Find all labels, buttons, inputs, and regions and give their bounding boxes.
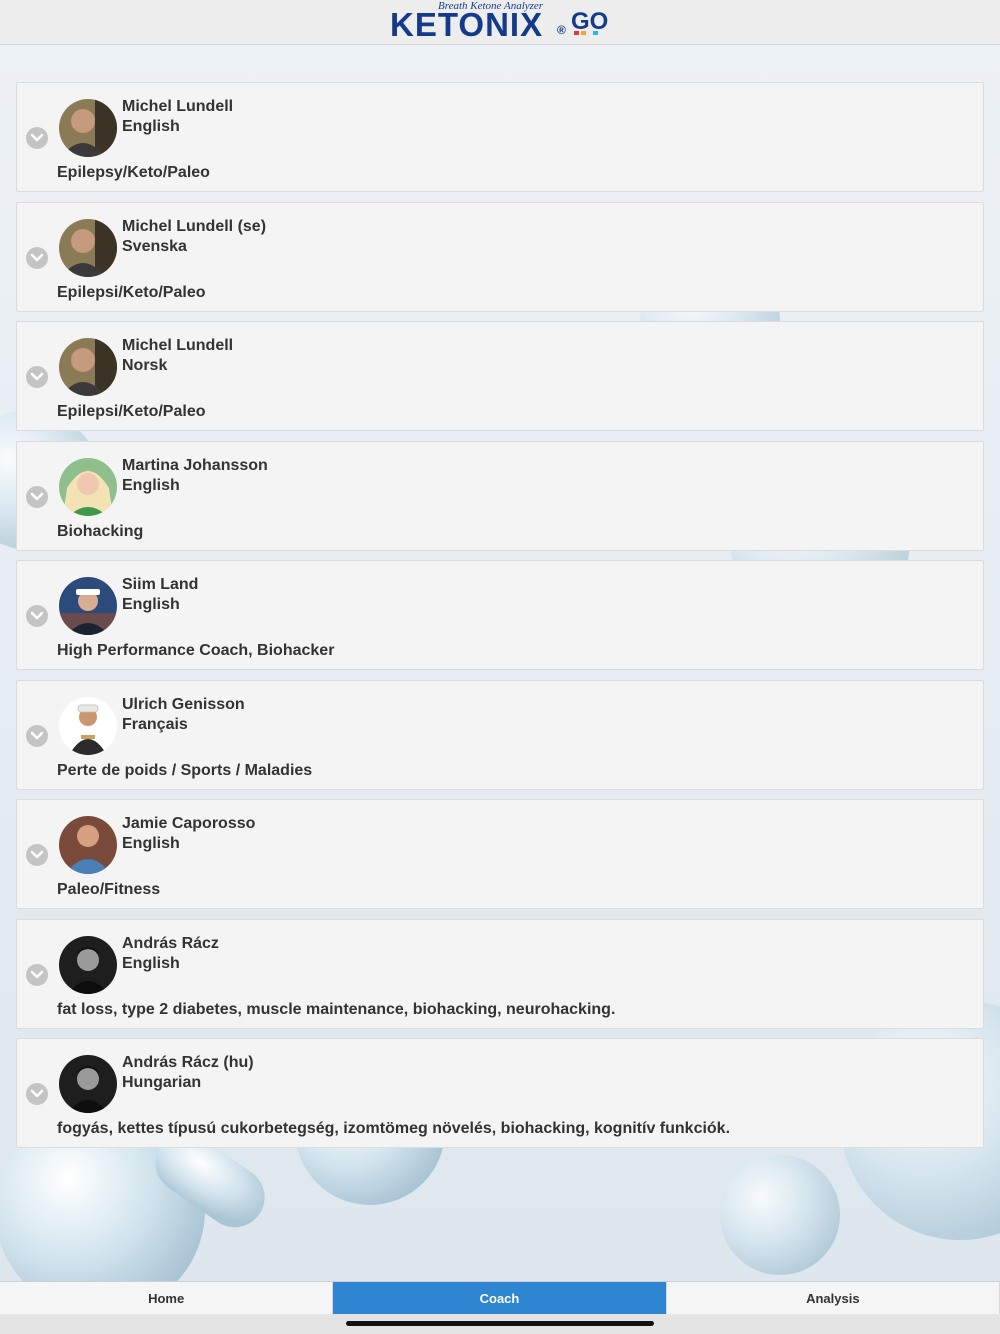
logo-wordmark: KETONIX: [390, 6, 544, 43]
coach-name: Ulrich Genisson: [122, 695, 245, 713]
logo-registered-mark: ®: [557, 23, 566, 37]
coach-card[interactable]: Michel Lundell English Epilepsy/Keto/Pal…: [16, 82, 984, 192]
app-header: Breath Ketone Analyzer KETONIX ® GO: [0, 0, 1000, 45]
coach-avatar: [59, 1055, 117, 1113]
coach-name: Martina Johansson: [122, 456, 268, 474]
coach-card[interactable]: Siim Land English High Performance Coach…: [16, 560, 984, 670]
coach-card[interactable]: Martina Johansson English Biohacking: [16, 440, 984, 551]
coach-language: English: [122, 596, 180, 613]
coach-language: Norsk: [122, 357, 168, 374]
coach-name: András Rácz (hu): [122, 1054, 254, 1071]
coach-language: Français: [122, 715, 188, 733]
coach-name: Michel Lundell (se): [122, 217, 267, 235]
coach-card[interactable]: Michel Lundell (se) Svenska Epilepsi/Ket…: [16, 201, 984, 312]
coach-specialty: High Performance Coach, Biohacker: [57, 642, 335, 659]
coach-avatar: [59, 935, 117, 994]
coach-avatar: [59, 577, 117, 635]
coach-language: English: [122, 476, 180, 494]
coach-card[interactable]: Ulrich Genisson Français Perte de poids …: [16, 679, 984, 790]
coach-specialty: fat loss, type 2 diabetes, muscle mainte…: [57, 1000, 616, 1018]
coach-specialty: Biohacking: [57, 522, 144, 540]
coach-language: English: [122, 118, 180, 135]
coach-specialty: Epilepsy/Keto/Paleo: [57, 164, 210, 181]
chevron-down-icon[interactable]: [26, 366, 48, 388]
bottom-tab-bar: Home Coach Analysis: [0, 1281, 1000, 1315]
coach-card[interactable]: András Rácz (hu) Hungarian fogyás, kette…: [16, 1038, 984, 1148]
ketonix-go-logo: Breath Ketone Analyzer KETONIX ® GO: [390, 0, 610, 44]
chevron-down-icon[interactable]: [26, 246, 48, 269]
chevron-down-icon[interactable]: [26, 1083, 48, 1105]
tab-home[interactable]: Home: [0, 1282, 334, 1315]
coach-card[interactable]: András Rácz English fat loss, type 2 dia…: [16, 918, 984, 1029]
chevron-down-icon[interactable]: [26, 963, 48, 986]
coach-specialty: Epilepsi/Keto/Paleo: [57, 403, 206, 420]
chevron-down-icon[interactable]: [26, 724, 48, 747]
chevron-down-icon[interactable]: [26, 844, 48, 866]
coach-name: Siim Land: [122, 576, 199, 593]
coach-language: English: [122, 954, 180, 972]
coach-avatar: [59, 218, 117, 277]
coach-language: Svenska: [122, 237, 187, 255]
coach-specialty: fogyás, kettes típusú cukorbetegség, izo…: [57, 1120, 731, 1137]
home-indicator[interactable]: [346, 1321, 654, 1326]
coach-name: Michel Lundell: [122, 337, 234, 354]
logo-square-orange: [581, 31, 586, 35]
coach-card[interactable]: Jamie Caporosso English Paleo/Fitness: [16, 799, 984, 909]
logo-square-red: [574, 31, 579, 35]
coach-avatar: [59, 696, 117, 755]
coach-avatar: [59, 338, 117, 396]
coach-name: Michel Lundell: [122, 98, 234, 115]
tab-analysis[interactable]: Analysis: [667, 1282, 1000, 1315]
coach-avatar: [59, 99, 117, 157]
coach-specialty: Epilepsi/Keto/Paleo: [57, 283, 206, 301]
coach-specialty: Perte de poids / Sports / Maladies: [57, 761, 313, 779]
chevron-down-icon[interactable]: [26, 605, 48, 627]
tab-coach[interactable]: Coach: [333, 1282, 667, 1315]
coach-language: Hungarian: [122, 1074, 202, 1091]
chevron-down-icon[interactable]: [26, 485, 48, 508]
coach-avatar: [59, 816, 117, 874]
coach-list: Michel Lundell English Epilepsy/Keto/Pal…: [16, 82, 984, 1158]
coach-name: András Rácz: [122, 934, 219, 952]
logo-square-blue: [593, 31, 598, 35]
coach-name: Jamie Caporosso: [122, 815, 256, 832]
coach-specialty: Paleo/Fitness: [57, 881, 161, 898]
chevron-down-icon[interactable]: [26, 127, 48, 149]
coach-avatar: [59, 457, 117, 516]
coach-card[interactable]: Michel Lundell Norsk Epilepsi/Keto/Paleo: [16, 321, 984, 431]
coach-language: English: [122, 835, 180, 852]
